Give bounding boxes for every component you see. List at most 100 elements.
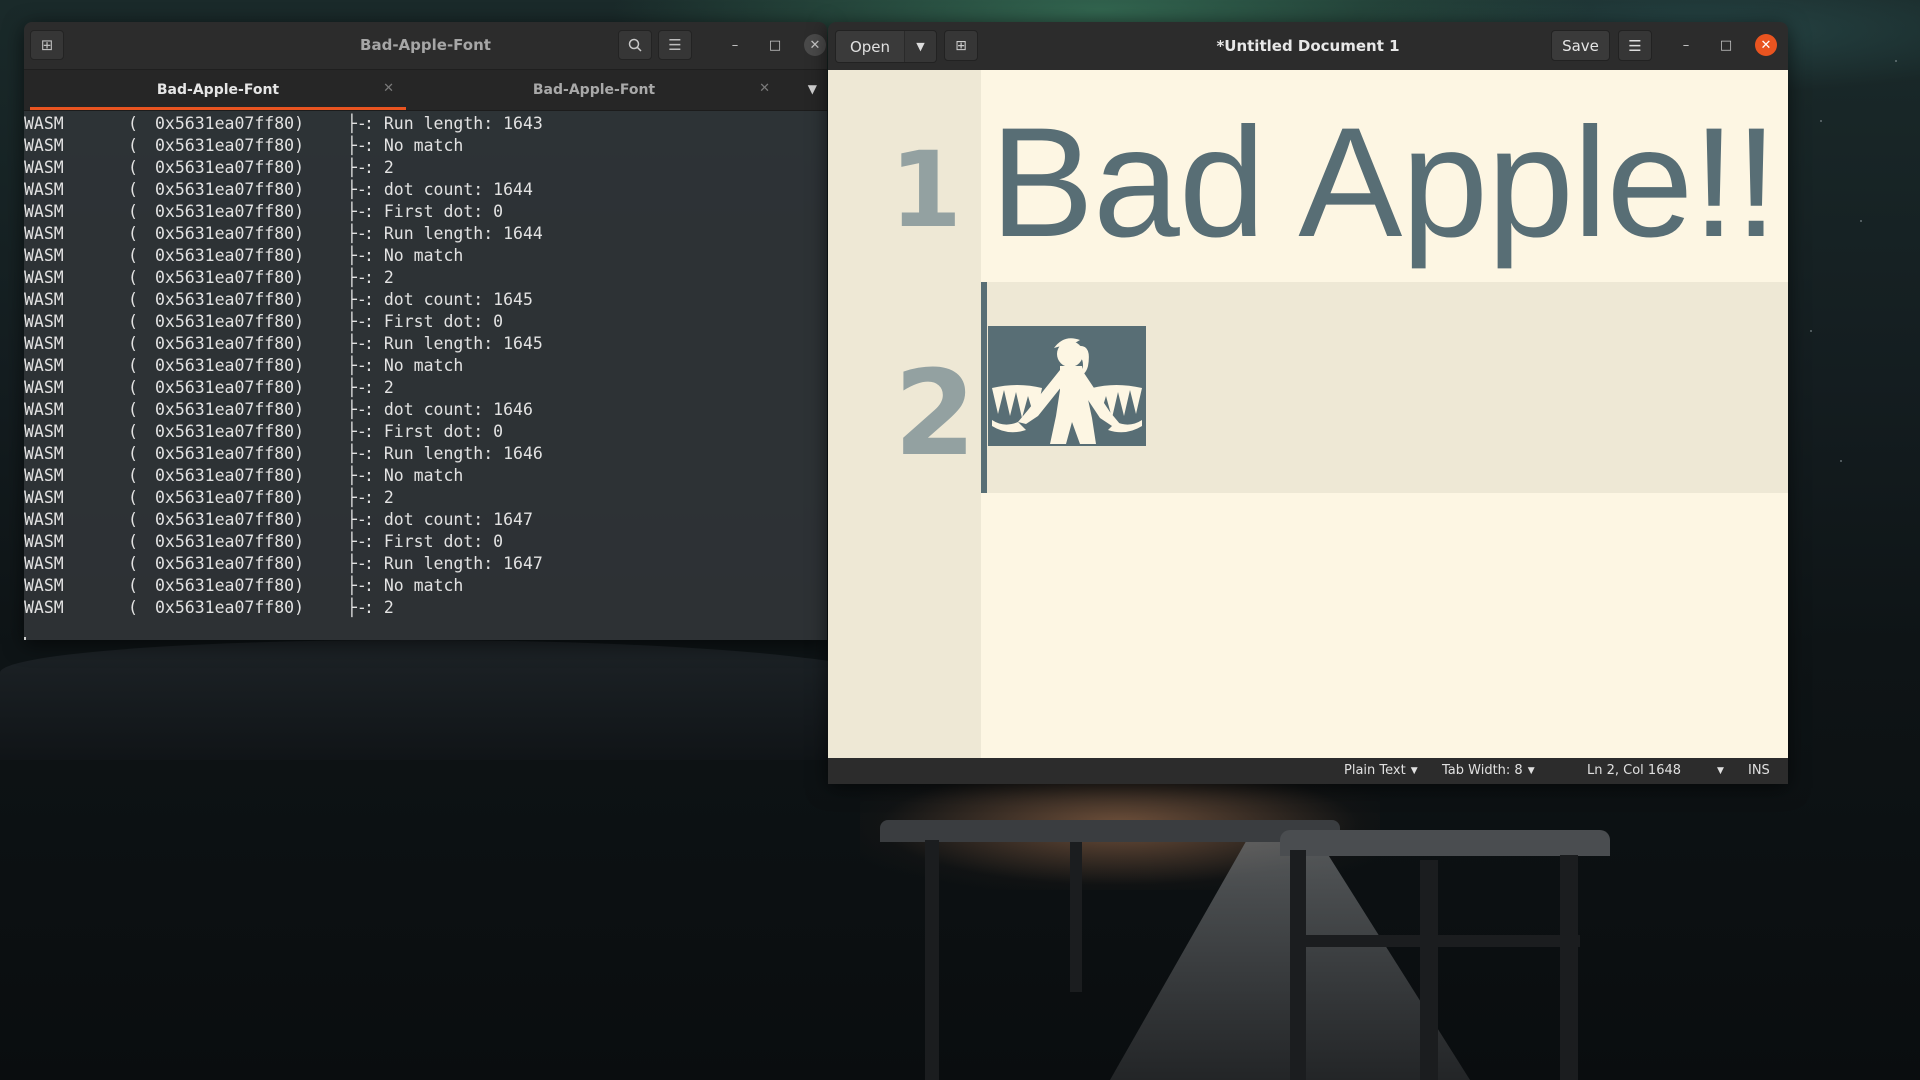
cursor-position-selector[interactable]: Ln 2, Col 1648	[1587, 763, 1681, 778]
tab-close-icon[interactable]: ✕	[759, 81, 770, 96]
chevron-down-icon: ▼	[1717, 766, 1724, 776]
log-address: 0x5631ea07ff80)	[155, 312, 305, 331]
log-paren: (	[128, 114, 138, 133]
log-paren: (	[128, 422, 138, 441]
terminal-line: WASM(0x5631ea07ff80) ├-: dot count: 1646	[24, 399, 827, 421]
log-paren: (	[128, 246, 138, 265]
log-address: 0x5631ea07ff80)	[155, 532, 305, 551]
log-message: : 2	[364, 268, 394, 287]
log-message: : No match	[364, 136, 464, 155]
save-button[interactable]: Save	[1551, 30, 1610, 61]
log-message: : dot count: 1644	[364, 180, 533, 199]
terminal-line: WASM(0x5631ea07ff80) ├-: No match	[24, 135, 827, 157]
terminal-line: WASM(0x5631ea07ff80) ├-: dot count: 1645	[24, 289, 827, 311]
close-button[interactable]: ✕	[804, 34, 826, 56]
tab-bad-apple-font-1[interactable]: Bad-Apple-Font ✕	[30, 70, 406, 110]
insert-mode-indicator[interactable]: INS	[1748, 763, 1770, 778]
log-source: WASM	[24, 180, 64, 199]
log-address: 0x5631ea07ff80)	[155, 378, 305, 397]
log-paren: (	[128, 180, 138, 199]
terminal-window: ⊞ Bad-Apple-Font ☰ – □ ✕ Bad-Apple-Font …	[24, 22, 827, 640]
log-source: WASM	[24, 510, 64, 529]
chevron-down-icon: ▼	[1527, 766, 1535, 776]
tab-list-dropdown[interactable]: ▼	[808, 82, 817, 96]
log-source: WASM	[24, 290, 64, 309]
editor-menu-button[interactable]: ☰	[1618, 30, 1652, 61]
terminal-menu-button[interactable]: ☰	[658, 30, 692, 60]
editor-line-1-text: Bad Apple!!	[990, 96, 1778, 270]
log-paren: (	[128, 312, 138, 331]
terminal-line: WASM(0x5631ea07ff80) ├-: 2	[24, 487, 827, 509]
log-message: : dot count: 1646	[364, 400, 533, 419]
log-address: 0x5631ea07ff80)	[155, 356, 305, 375]
tab-close-icon[interactable]: ✕	[383, 81, 394, 96]
tab-width-selector[interactable]: Tab Width: 8 ▼	[1442, 763, 1535, 778]
tab-width-label: Tab Width: 8	[1442, 763, 1523, 778]
log-source: WASM	[24, 334, 64, 353]
minimize-icon: –	[1682, 37, 1690, 53]
terminal-tab-bar: Bad-Apple-Font ✕ Bad-Apple-Font ✕ ▼	[24, 70, 827, 111]
log-source: WASM	[24, 224, 64, 243]
maximize-button[interactable]: □	[1715, 34, 1737, 56]
log-message: : 2	[364, 158, 394, 177]
text-caret	[981, 282, 987, 493]
log-source: WASM	[24, 356, 64, 375]
log-address: 0x5631ea07ff80)	[155, 224, 305, 243]
terminal-line: WASM(0x5631ea07ff80) ├-: 2	[24, 267, 827, 289]
terminal-output[interactable]: WASM(0x5631ea07ff80) ├-: Run length: 1643…	[24, 111, 827, 640]
terminal-line: WASM(0x5631ea07ff80) ├-: 2	[24, 597, 827, 619]
minimize-button[interactable]: –	[724, 34, 746, 56]
log-paren: (	[128, 290, 138, 309]
text-editor-window: Open ▼ ⊞ *Untitled Document 1 Save ☰ – □…	[828, 22, 1788, 784]
maximize-button[interactable]: □	[764, 34, 786, 56]
goto-line-dropdown[interactable]: ▼	[1712, 763, 1724, 778]
bad-apple-frame-glyph	[988, 326, 1146, 446]
log-source: WASM	[24, 268, 64, 287]
terminal-line: WASM(0x5631ea07ff80) ├-: Run length: 1643	[24, 113, 827, 135]
log-source: WASM	[24, 576, 64, 595]
terminal-line: WASM(0x5631ea07ff80) ├-: Run length: 1646	[24, 443, 827, 465]
log-message: : dot count: 1645	[364, 290, 533, 309]
log-paren: (	[128, 224, 138, 243]
search-button[interactable]	[618, 30, 652, 60]
log-address: 0x5631ea07ff80)	[155, 334, 305, 353]
terminal-line: WASM(0x5631ea07ff80) ├-: dot count: 1647	[24, 509, 827, 531]
log-address: 0x5631ea07ff80)	[155, 554, 305, 573]
log-message: : 2	[364, 598, 394, 617]
log-source: WASM	[24, 312, 64, 331]
log-message: : Run length: 1643	[364, 114, 543, 133]
log-source: WASM	[24, 554, 64, 573]
line-number-2: 2	[893, 344, 976, 482]
editor-text-area[interactable]: 1 2 Bad Apple!!	[828, 70, 1788, 758]
log-source: WASM	[24, 246, 64, 265]
minimize-button[interactable]: –	[1675, 34, 1697, 56]
terminal-line: WASM(0x5631ea07ff80) ├-: No match	[24, 245, 827, 267]
log-paren: (	[128, 554, 138, 573]
log-message: : No match	[364, 356, 464, 375]
log-paren: (	[128, 532, 138, 551]
log-message: : 2	[364, 488, 394, 507]
terminal-line: WASM(0x5631ea07ff80) ├-: Run length: 1645	[24, 333, 827, 355]
log-address: 0x5631ea07ff80)	[155, 510, 305, 529]
log-message: : Run length: 1646	[364, 444, 543, 463]
terminal-line: WASM(0x5631ea07ff80) ├-: 2	[24, 377, 827, 399]
close-icon: ✕	[809, 37, 821, 53]
tab-bad-apple-font-2[interactable]: Bad-Apple-Font ✕	[406, 70, 782, 110]
log-address: 0x5631ea07ff80)	[155, 136, 305, 155]
log-paren: (	[128, 158, 138, 177]
log-message: : First dot: 0	[364, 202, 504, 221]
tab-label: Bad-Apple-Font	[156, 82, 280, 98]
terminal-line: WASM(0x5631ea07ff80) ├-: Run length: 1647	[24, 553, 827, 575]
log-source: WASM	[24, 466, 64, 485]
log-paren: (	[128, 400, 138, 419]
log-message: : Run length: 1645	[364, 334, 543, 353]
terminal-line: WASM(0x5631ea07ff80) ├-: No match	[24, 355, 827, 377]
language-selector[interactable]: Plain Text ▼	[1344, 763, 1418, 778]
chevron-down-icon: ▼	[1410, 766, 1418, 776]
log-paren: (	[128, 334, 138, 353]
terminal-line: WASM(0x5631ea07ff80) ├-: First dot: 0	[24, 531, 827, 553]
close-button[interactable]: ✕	[1755, 34, 1777, 56]
log-source: WASM	[24, 598, 64, 617]
log-source: WASM	[24, 136, 64, 155]
editor-statusbar: Plain Text ▼ Tab Width: 8 ▼ Ln 2, Col 1648…	[828, 758, 1788, 784]
